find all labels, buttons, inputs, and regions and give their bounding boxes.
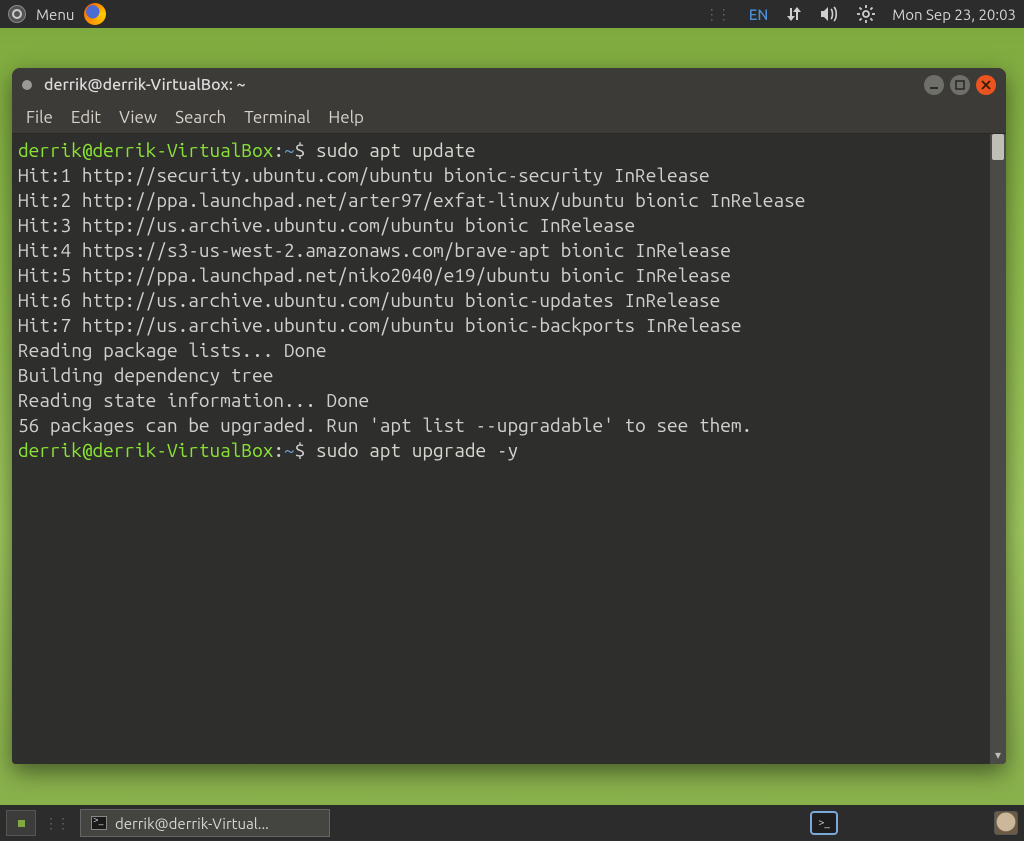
settings-gear-icon[interactable] [856,4,876,24]
prompt-user-host: derrik@derrik-VirtualBox [18,139,273,161]
output-line: Hit:1 http://security.ubuntu.com/ubuntu … [18,164,710,186]
scrollbar-thumb[interactable] [992,134,1004,160]
prompt-path: ~ [284,439,295,461]
window-title: derrik@derrik-VirtualBox: ~ [44,76,246,94]
prompt-dollar: $ [295,439,316,461]
output-line: Hit:7 http://us.archive.ubuntu.com/ubunt… [18,314,742,336]
prompt-user-host: derrik@derrik-VirtualBox [18,439,273,461]
bottom-panel: ⋮⋮ derrik@derrik-Virtual... [0,805,1024,841]
window-titlebar[interactable]: derrik@derrik-VirtualBox: ~ [12,68,1006,102]
desktop: derrik@derrik-VirtualBox: ~ File Edit Vi… [0,28,1024,805]
prompt-path: ~ [284,139,295,161]
show-desktop-button[interactable] [6,810,36,836]
tray-terminal-icon[interactable] [810,811,838,835]
user-face-icon[interactable] [994,811,1018,835]
prompt-sep: : [273,439,284,461]
keyboard-language-indicator[interactable]: EN [749,6,769,23]
output-line: Building dependency tree [18,364,273,386]
output-line: 56 packages can be upgraded. Run 'apt li… [18,414,752,436]
window-minimize-button[interactable] [924,75,944,95]
terminal-menubar: File Edit View Search Terminal Help [12,102,1006,134]
ubuntu-logo-icon[interactable] [8,5,26,23]
menu-edit[interactable]: Edit [71,108,101,127]
menu-view[interactable]: View [119,108,157,127]
window-maximize-button[interactable] [950,75,970,95]
terminal-scrollbar[interactable]: ▾ [990,134,1006,764]
terminal-icon [91,816,107,830]
output-line: Hit:3 http://us.archive.ubuntu.com/ubunt… [18,214,635,236]
taskbar-item-label: derrik@derrik-Virtual... [115,815,269,832]
clock[interactable]: Mon Sep 23, 20:03 [892,6,1016,23]
taskbar-item-terminal[interactable]: derrik@derrik-Virtual... [80,809,330,837]
menu-file[interactable]: File [26,108,53,127]
output-line: Reading package lists... Done [18,339,327,361]
command-2: sudo apt upgrade -y [316,439,518,461]
output-line: Hit:4 https://s3-us-west-2.amazonaws.com… [18,239,731,261]
command-1: sudo apt update [316,139,476,161]
menu-terminal[interactable]: Terminal [244,108,310,127]
prompt-dollar: $ [295,139,316,161]
volume-icon[interactable] [820,4,840,24]
menu-button[interactable]: Menu [36,6,74,23]
window-close-button[interactable] [976,75,996,95]
panel-grip-icon: ⋮⋮ [705,6,729,23]
firefox-icon[interactable] [84,3,106,25]
panel-grip-icon: ⋮⋮ [44,815,68,832]
prompt-sep: : [273,139,284,161]
menu-search[interactable]: Search [175,108,226,127]
terminal-window: derrik@derrik-VirtualBox: ~ File Edit Vi… [12,68,1006,764]
output-line: Hit:2 http://ppa.launchpad.net/arter97/e… [18,189,805,211]
terminal-output[interactable]: derrik@derrik-VirtualBox:~$ sudo apt upd… [12,134,990,764]
scrollbar-down-arrow-icon[interactable]: ▾ [990,748,1006,762]
menu-help[interactable]: Help [328,108,364,127]
window-app-icon [22,80,32,90]
output-line: Reading state information... Done [18,389,369,411]
top-panel: Menu ⋮⋮ EN Mon Sep 23, 20:03 [0,0,1024,28]
output-line: Hit:5 http://ppa.launchpad.net/niko2040/… [18,264,731,286]
output-line: Hit:6 http://us.archive.ubuntu.com/ubunt… [18,289,720,311]
network-updown-icon[interactable] [784,4,804,24]
